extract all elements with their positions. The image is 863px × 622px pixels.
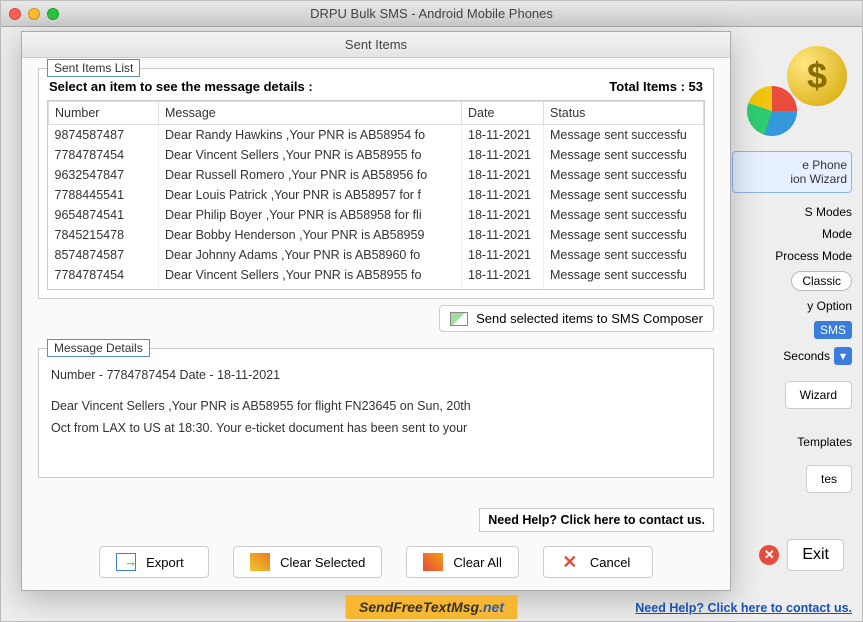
envelope-icon	[450, 312, 468, 326]
clear-selected-button[interactable]: Clear Selected	[233, 546, 382, 578]
bg-option: y Option	[732, 295, 852, 317]
instruction-text: Select an item to see the message detail…	[49, 79, 313, 94]
bg-modes: S Modes	[732, 201, 852, 223]
bg-wizard-label: ion Wizard	[737, 172, 847, 186]
table-row[interactable]: 8574874587Dear Johnny Adams ,Your PNR is…	[49, 245, 704, 265]
table-row[interactable]: 7784787454Dear Vincent Sellers ,Your PNR…	[49, 145, 704, 165]
bg-mode: Mode	[732, 223, 852, 245]
bg-process-mode: Process Mode	[732, 245, 852, 267]
exit-icon[interactable]: ✕	[759, 545, 779, 565]
clear-selected-icon	[250, 553, 270, 571]
sent-items-dialog: Sent Items Sent Items List Select an ite…	[21, 31, 731, 591]
table-row[interactable]: 9632547847Dear Russell Romero ,Your PNR …	[49, 285, 704, 290]
message-details-group: Message Details Number - 7784787454 Date…	[38, 348, 714, 478]
templates-label: Templates	[732, 431, 852, 453]
sent-items-list-group: Sent Items List Select an item to see th…	[38, 68, 714, 299]
table-row[interactable]: 7788445541Dear Louis Patrick ,Your PNR i…	[49, 185, 704, 205]
seconds-select[interactable]: ▾	[834, 347, 852, 365]
list-legend: Sent Items List	[47, 59, 140, 77]
window-title: DRPU Bulk SMS - Android Mobile Phones	[1, 6, 862, 21]
details-body: Number - 7784787454 Date - 18-11-2021 De…	[47, 359, 705, 445]
coin-icon: $	[787, 46, 847, 106]
items-table: Number Message Date Status 9874587487Dea…	[48, 101, 704, 290]
col-number[interactable]: Number	[49, 102, 159, 125]
details-legend: Message Details	[47, 339, 150, 357]
export-icon	[116, 553, 136, 571]
table-row[interactable]: 9632547847Dear Russell Romero ,Your PNR …	[49, 165, 704, 185]
wizard-button[interactable]: Wizard	[785, 381, 852, 409]
clear-all-icon	[423, 553, 443, 571]
cancel-button[interactable]: ✕Cancel	[543, 546, 653, 578]
dialog-title: Sent Items	[22, 32, 730, 58]
footer-help-link[interactable]: Need Help? Click here to contact us.	[635, 601, 852, 615]
tes-button[interactable]: tes	[806, 465, 852, 493]
pie-chart-icon	[747, 86, 797, 136]
table-row[interactable]: 9654874541Dear Philip Boyer ,Your PNR is…	[49, 205, 704, 225]
col-date[interactable]: Date	[462, 102, 544, 125]
col-message[interactable]: Message	[159, 102, 462, 125]
brand-badge: SendFreeTextMsg.net	[345, 595, 518, 619]
help-strip[interactable]: Need Help? Click here to contact us.	[479, 508, 714, 532]
header-graphics: $	[752, 41, 852, 121]
bg-phone-label: e Phone	[737, 158, 847, 172]
exit-button[interactable]: Exit	[787, 539, 844, 571]
items-table-wrap[interactable]: Number Message Date Status 9874587487Dea…	[47, 100, 705, 290]
col-status[interactable]: Status	[544, 102, 704, 125]
sms-select[interactable]: SMS	[814, 321, 852, 339]
table-row[interactable]: 7784787454Dear Vincent Sellers ,Your PNR…	[49, 265, 704, 285]
dialog-button-row: Export Clear Selected Clear All ✕Cancel	[22, 546, 730, 578]
table-row[interactable]: 7845215478Dear Bobby Henderson ,Your PNR…	[49, 225, 704, 245]
export-button[interactable]: Export	[99, 546, 209, 578]
cancel-icon: ✕	[560, 553, 580, 571]
table-row[interactable]: 9874587487Dear Randy Hawkins ,Your PNR i…	[49, 125, 704, 146]
background-panel: e Phone ion Wizard S Modes Mode Process …	[732, 151, 852, 497]
send-to-composer-button[interactable]: Send selected items to SMS Composer	[439, 305, 714, 332]
total-items: Total Items : 53	[609, 79, 703, 94]
seconds-label: Seconds	[783, 349, 830, 363]
classic-pill[interactable]: Classic	[791, 271, 852, 291]
exit-row: ✕ Exit	[759, 539, 844, 571]
titlebar: DRPU Bulk SMS - Android Mobile Phones	[1, 1, 862, 27]
clear-all-button[interactable]: Clear All	[406, 546, 518, 578]
